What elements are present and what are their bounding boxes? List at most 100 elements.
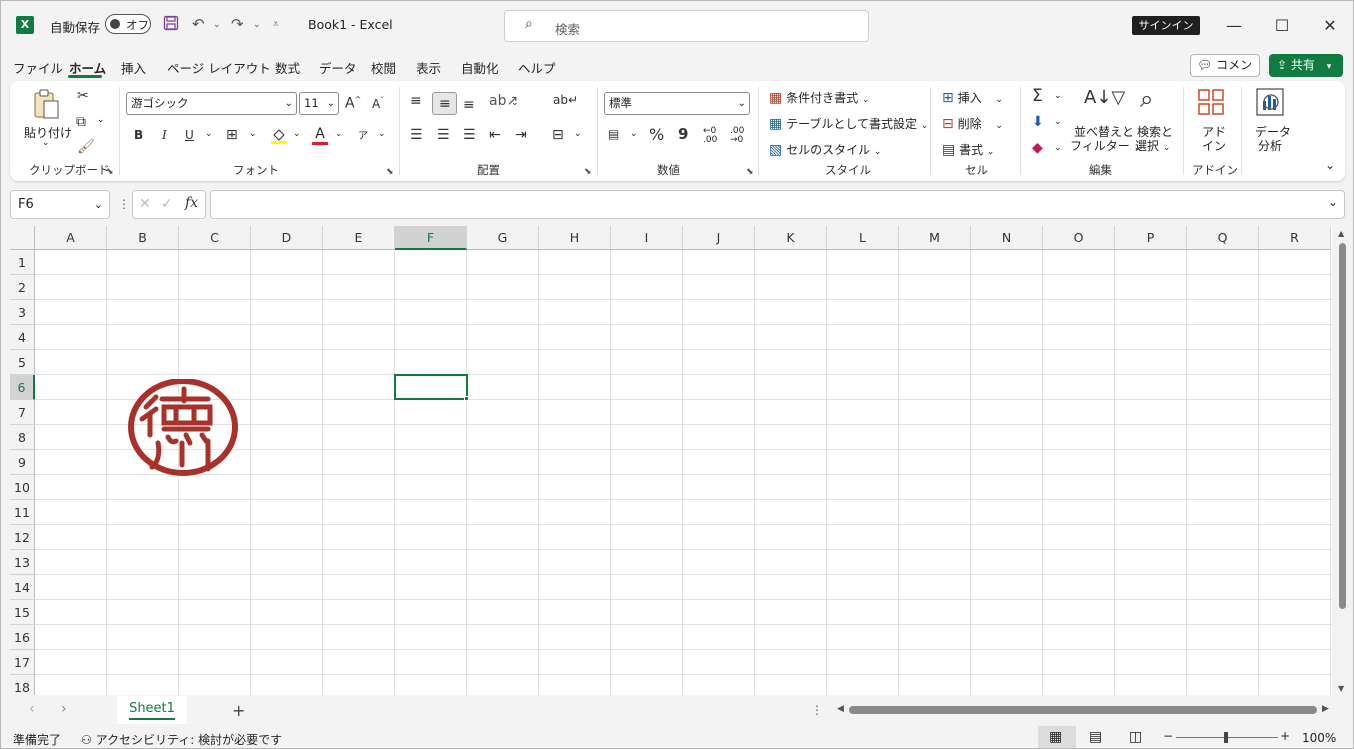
search-box[interactable]: ⌕ 検索 xyxy=(504,10,869,42)
redo-dropdown-icon[interactable]: ⌄ xyxy=(253,20,261,30)
scroll-down-icon[interactable]: ▼ xyxy=(1338,684,1344,693)
undo-icon[interactable]: ↶ xyxy=(192,15,205,33)
row-header[interactable]: 2 xyxy=(10,275,35,300)
row-header[interactable]: 11 xyxy=(10,500,35,525)
select-all-button[interactable] xyxy=(10,226,35,250)
column-header[interactable]: C xyxy=(179,226,251,250)
zoom-slider-thumb[interactable] xyxy=(1224,732,1228,743)
italic-button[interactable]: I xyxy=(162,129,167,141)
horizontal-scroll-thumb[interactable] xyxy=(849,706,1317,714)
align-left-icon[interactable]: ☰ xyxy=(410,128,423,142)
sheet-prev-icon[interactable]: ‹ xyxy=(29,701,35,717)
name-box[interactable]: F6 ⌄ xyxy=(10,190,110,219)
row-header[interactable]: 4 xyxy=(10,325,35,350)
insert-cells-button[interactable]: ⊞ 挿入 ⌄ xyxy=(942,89,1003,106)
page-break-view-icon[interactable]: ◫ xyxy=(1129,729,1142,745)
align-bottom-icon[interactable]: ≡ xyxy=(463,98,475,112)
sheet-tab[interactable]: Sheet1 xyxy=(117,696,187,724)
scroll-right-icon[interactable]: ▶ xyxy=(1322,704,1329,714)
column-header[interactable]: B xyxy=(107,226,179,250)
font-size-select[interactable]: 11 ⌄ xyxy=(299,92,339,115)
addins-icon[interactable] xyxy=(1197,88,1225,119)
autosum-icon[interactable]: Σ xyxy=(1032,88,1043,105)
comment-button[interactable]: 💬︎ コメント xyxy=(1190,54,1260,93)
save-icon[interactable] xyxy=(163,15,179,35)
orientation-dropdown-icon[interactable]: ⌄ xyxy=(511,98,519,108)
row-header[interactable]: 8 xyxy=(10,425,35,450)
vertical-scroll-thumb[interactable] xyxy=(1339,243,1346,609)
clear-icon[interactable]: ◆ xyxy=(1032,141,1043,155)
add-sheet-button[interactable]: + xyxy=(232,701,245,720)
number-launcher-icon[interactable]: ⬊ xyxy=(746,167,754,177)
customize-qat-icon[interactable]: ⩡ xyxy=(273,19,279,30)
expand-formula-icon[interactable]: ⌄ xyxy=(1328,195,1338,209)
tab-file[interactable]: ファイル xyxy=(13,58,63,77)
column-header[interactable]: J xyxy=(683,226,755,250)
active-cell[interactable] xyxy=(394,374,468,400)
bold-button[interactable]: B xyxy=(134,129,143,141)
conditional-formatting-button[interactable]: ▦ 条件付き書式 ⌄ xyxy=(769,89,869,106)
alignment-launcher-icon[interactable]: ⬊ xyxy=(584,167,592,177)
hanko-stamp-image[interactable]: 徳川 xyxy=(128,378,240,480)
tab-view[interactable]: 表示 xyxy=(416,58,441,77)
row-header[interactable]: 6 xyxy=(10,375,35,400)
tab-automate[interactable]: 自動化 xyxy=(461,58,499,77)
font-launcher-icon[interactable]: ⬊ xyxy=(386,167,394,177)
paste-icon[interactable] xyxy=(32,88,60,123)
percent-button[interactable]: % xyxy=(649,127,664,143)
column-header[interactable]: D xyxy=(251,226,323,250)
analyze-data-icon[interactable] xyxy=(1255,87,1285,120)
clipboard-launcher-icon[interactable]: ⬊ xyxy=(106,167,114,177)
borders-icon[interactable]: ⊞ xyxy=(226,128,238,142)
column-header[interactable]: E xyxy=(323,226,395,250)
more-options-icon[interactable]: ⋮ xyxy=(118,197,130,211)
minimize-icon[interactable]: — xyxy=(1219,13,1249,39)
column-header[interactable]: G xyxy=(467,226,539,250)
clear-dropdown-icon[interactable]: ⌄ xyxy=(1054,143,1062,153)
accounting-format-icon[interactable]: ▤ xyxy=(608,128,619,140)
page-layout-view-icon[interactable]: ▤ xyxy=(1089,729,1102,745)
align-right-icon[interactable]: ☰ xyxy=(463,128,476,142)
scroll-up-icon[interactable]: ▲ xyxy=(1338,229,1344,238)
row-header[interactable]: 1 xyxy=(10,250,35,275)
column-header[interactable]: H xyxy=(539,226,611,250)
column-header[interactable]: I xyxy=(611,226,683,250)
phonetic-icon[interactable]: ア xyxy=(358,127,368,142)
enter-icon[interactable]: ✓ xyxy=(161,196,173,212)
find-select-label-2[interactable]: 選択 ⌄ xyxy=(1135,137,1170,154)
borders-dropdown-icon[interactable]: ⌄ xyxy=(249,129,257,139)
row-header[interactable]: 9 xyxy=(10,450,35,475)
merge-center-icon[interactable]: ⊟ xyxy=(552,128,564,142)
decrease-decimal-icon[interactable]: .00 →0 xyxy=(730,127,744,145)
fill-handle[interactable] xyxy=(464,396,469,401)
merge-dropdown-icon[interactable]: ⌄ xyxy=(574,129,582,139)
column-header[interactable]: F xyxy=(395,226,467,250)
row-header[interactable]: 3 xyxy=(10,300,35,325)
paste-dropdown-icon[interactable]: ⌄ xyxy=(42,138,50,148)
phonetic-dropdown-icon[interactable]: ⌄ xyxy=(378,129,386,139)
align-middle-button[interactable]: ≡ xyxy=(432,92,457,115)
row-header[interactable]: 7 xyxy=(10,400,35,425)
column-header[interactable]: Q xyxy=(1187,226,1259,250)
column-header[interactable]: N xyxy=(971,226,1043,250)
row-header[interactable]: 5 xyxy=(10,350,35,375)
cut-icon[interactable]: ✂ xyxy=(77,89,89,103)
sort-filter-icon[interactable]: A↓▽ xyxy=(1084,89,1125,107)
row-header[interactable]: 16 xyxy=(10,625,35,650)
decrease-indent-icon[interactable]: ⇤ xyxy=(489,128,501,142)
fill-dropdown-icon[interactable]: ⌄ xyxy=(1054,117,1062,127)
wrap-text-icon[interactable]: ab↵ xyxy=(553,94,578,106)
find-select-icon[interactable]: ⌕ xyxy=(1140,87,1153,111)
format-cells-button[interactable]: ▤ 書式 ⌄ xyxy=(942,141,994,158)
zoom-level[interactable]: 100% xyxy=(1302,731,1336,745)
tab-help[interactable]: ヘルプ xyxy=(518,58,556,77)
formula-input[interactable]: ⌄ xyxy=(210,190,1345,219)
tab-data[interactable]: データ xyxy=(319,58,357,77)
ribbon-collapse-icon[interactable]: ⌄ xyxy=(1325,158,1335,172)
analyze-data-label-2[interactable]: 分析 xyxy=(1258,137,1282,154)
format-painter-icon[interactable]: 🖌︎ xyxy=(77,140,95,154)
close-icon[interactable]: ✕ xyxy=(1315,13,1345,39)
tab-insert[interactable]: 挿入 xyxy=(121,58,146,77)
format-as-table-button[interactable]: ▦ テーブルとして書式設定 ⌄ xyxy=(769,115,928,132)
increase-decimal-icon[interactable]: ←0.00 xyxy=(703,127,717,145)
